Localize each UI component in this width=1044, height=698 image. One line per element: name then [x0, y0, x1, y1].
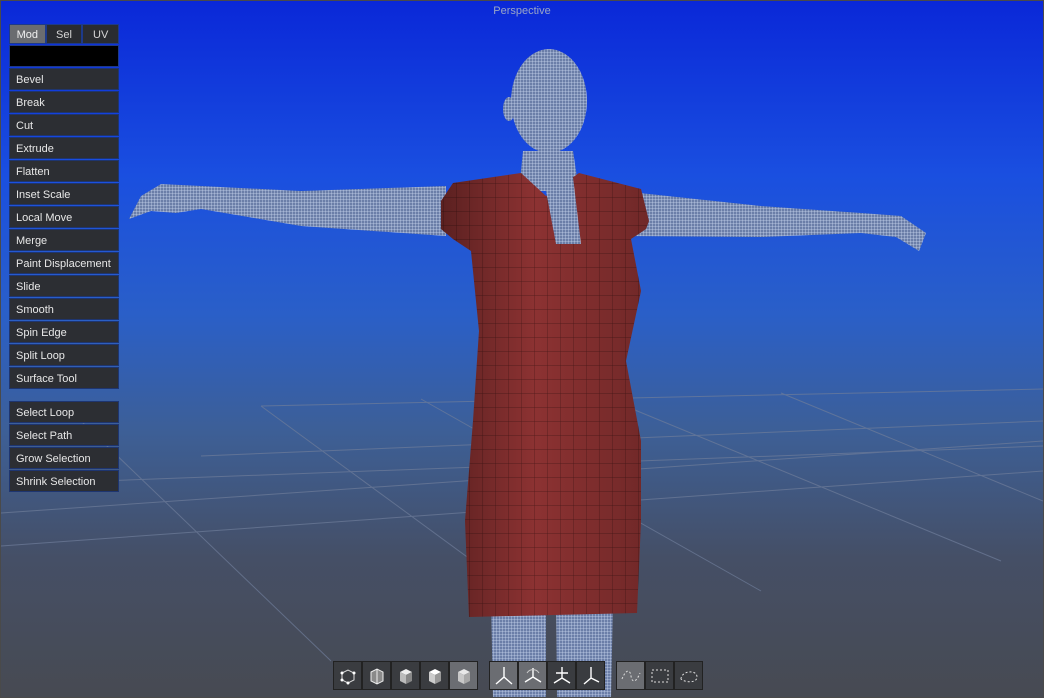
spin-edge-button[interactable]: Spin Edge [9, 321, 119, 343]
surface-tool-button[interactable]: Surface Tool [9, 367, 119, 389]
select-loop-button[interactable]: Select Loop [9, 401, 119, 423]
smooth-button[interactable]: Smooth [9, 298, 119, 320]
panel-divider [9, 389, 119, 400]
grow-selection-button[interactable]: Grow Selection [9, 447, 119, 469]
scene-canvas[interactable] [1, 1, 1043, 697]
tab-mod[interactable]: Mod [9, 24, 46, 44]
tool-search-field[interactable] [9, 45, 119, 67]
tab-sel[interactable]: Sel [45, 24, 83, 44]
inset-scale-button[interactable]: Inset Scale [9, 183, 119, 205]
viewport-toolbar [333, 661, 714, 692]
select-mode-group [616, 661, 703, 692]
textured-shaded-icon[interactable] [420, 661, 449, 690]
transform-mode-group [489, 661, 605, 692]
wireframe-shaded-icon[interactable] [362, 661, 391, 690]
local-move-button[interactable]: Local Move [9, 206, 119, 228]
character-model [129, 49, 926, 697]
transform-axis-icon[interactable] [489, 661, 518, 690]
local-axis-icon[interactable] [576, 661, 605, 690]
3d-viewport[interactable]: Perspective Mod Sel UV Bevel Break Cut E… [0, 0, 1044, 698]
slide-button[interactable]: Slide [9, 275, 119, 297]
panel-tabs: Mod Sel UV [9, 24, 120, 44]
smooth-shaded-icon[interactable] [449, 661, 478, 690]
solid-shaded-icon[interactable] [391, 661, 420, 690]
split-loop-button[interactable]: Split Loop [9, 344, 119, 366]
flatten-button[interactable]: Flatten [9, 160, 119, 182]
cut-button[interactable]: Cut [9, 114, 119, 136]
break-button[interactable]: Break [9, 91, 119, 113]
vertex-mode-icon[interactable] [333, 661, 362, 690]
extrude-button[interactable]: Extrude [9, 137, 119, 159]
shrink-selection-button[interactable]: Shrink Selection [9, 470, 119, 492]
tool-panel: Mod Sel UV Bevel Break Cut Extrude Flatt… [9, 24, 120, 492]
paint-displacement-button[interactable]: Paint Displacement [9, 252, 119, 274]
scale-axis-icon[interactable] [547, 661, 576, 690]
display-mode-group [333, 661, 478, 692]
rotate-axis-icon[interactable] [518, 661, 547, 690]
select-path-button[interactable]: Select Path [9, 424, 119, 446]
merge-button[interactable]: Merge [9, 229, 119, 251]
lasso-select-icon[interactable] [616, 661, 645, 690]
bevel-button[interactable]: Bevel [9, 68, 119, 90]
freehand-select-icon[interactable] [674, 661, 703, 690]
tab-uv[interactable]: UV [82, 24, 120, 44]
rect-select-icon[interactable] [645, 661, 674, 690]
